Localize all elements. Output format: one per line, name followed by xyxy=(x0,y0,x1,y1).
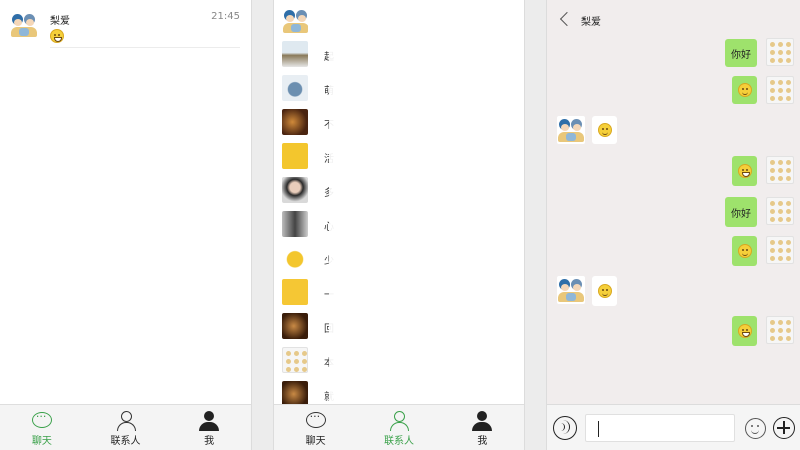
voice-icon[interactable] xyxy=(553,416,577,440)
message-bubble: 你好 xyxy=(725,39,757,67)
message-bubble xyxy=(732,316,757,346)
tab-label: 聊天 xyxy=(305,436,326,447)
contact-avatar xyxy=(282,245,308,271)
contact-avatar xyxy=(557,116,585,144)
divider xyxy=(50,47,240,48)
tab-label: 聊天 xyxy=(31,436,52,447)
contact-avatar xyxy=(282,347,308,373)
tab-bar: 聊天 联系人 我 xyxy=(0,404,251,450)
my-avatar xyxy=(766,236,794,264)
contact-avatar xyxy=(282,313,308,339)
smile-emoji-icon xyxy=(737,83,752,97)
chat-icon xyxy=(305,410,327,431)
conversation-header: 梨爱 xyxy=(547,0,800,40)
message-input[interactable] xyxy=(585,414,735,442)
my-avatar xyxy=(766,197,794,225)
tab-me[interactable]: 我 xyxy=(441,405,524,450)
tab-me[interactable]: 我 xyxy=(167,405,251,450)
chat-list-item[interactable]: 梨爱 21:45 xyxy=(0,0,251,48)
emoji-icon[interactable] xyxy=(745,418,766,439)
contact-avatar xyxy=(282,7,308,33)
contact-list: 起 萌 不 活 多 心 少 一 xyxy=(274,0,524,404)
contact-avatar xyxy=(10,11,38,39)
contacts-icon xyxy=(388,411,410,431)
list-overlay xyxy=(329,0,524,404)
contact-avatar xyxy=(282,143,308,169)
me-icon xyxy=(198,411,220,431)
grin-emoji-icon xyxy=(737,324,752,338)
my-avatar xyxy=(766,38,794,66)
my-avatar xyxy=(766,316,794,344)
back-arrow-icon[interactable] xyxy=(559,12,571,28)
contact-avatar xyxy=(282,177,308,203)
message-bubble xyxy=(592,276,617,306)
my-avatar xyxy=(766,156,794,184)
me-icon xyxy=(471,411,493,431)
smile-emoji-icon xyxy=(737,244,752,258)
message-bubble xyxy=(732,76,757,104)
contact-avatar xyxy=(282,279,308,305)
tab-contacts[interactable]: 联系人 xyxy=(84,405,168,450)
grin-emoji-icon xyxy=(50,28,64,47)
grin-emoji-icon xyxy=(737,164,752,178)
tab-chats[interactable]: 聊天 xyxy=(0,405,84,450)
tab-label: 我 xyxy=(477,436,488,447)
message-input-bar xyxy=(547,404,800,450)
contacts-screen: 起 萌 不 活 多 心 少 一 xyxy=(273,0,525,450)
tab-label: 联系人 xyxy=(383,436,414,447)
message-bubble xyxy=(732,156,757,186)
tab-bar: 聊天 联系人 我 xyxy=(274,404,524,450)
contact-avatar xyxy=(282,381,308,404)
contact-avatar xyxy=(282,109,308,135)
chat-time: 21:45 xyxy=(211,11,240,22)
contact-avatar xyxy=(282,211,308,237)
tab-contacts[interactable]: 联系人 xyxy=(357,405,440,450)
conversation-title: 梨爱 xyxy=(581,17,601,28)
chat-list-screen: 梨爱 21:45 聊天 联系人 我 xyxy=(0,0,252,450)
message-bubble xyxy=(732,236,757,266)
message-bubble xyxy=(592,116,617,144)
tab-label: 联系人 xyxy=(110,436,141,447)
text-caret xyxy=(598,421,599,437)
chat-name: 梨爱 xyxy=(50,16,70,27)
contact-avatar xyxy=(282,41,308,67)
my-avatar xyxy=(766,76,794,104)
message-bubble: 你好 xyxy=(725,197,757,227)
contacts-icon xyxy=(115,411,137,431)
contact-avatar xyxy=(557,276,585,304)
smile-emoji-icon xyxy=(597,123,612,137)
plus-icon[interactable] xyxy=(773,417,795,439)
tab-label: 我 xyxy=(204,436,215,447)
chat-icon xyxy=(31,410,53,431)
contact-avatar xyxy=(282,75,308,101)
conversation-screen: 梨爱 你好 你好 xyxy=(546,0,800,450)
smile-emoji-icon xyxy=(597,284,612,298)
tab-chats[interactable]: 聊天 xyxy=(274,405,357,450)
